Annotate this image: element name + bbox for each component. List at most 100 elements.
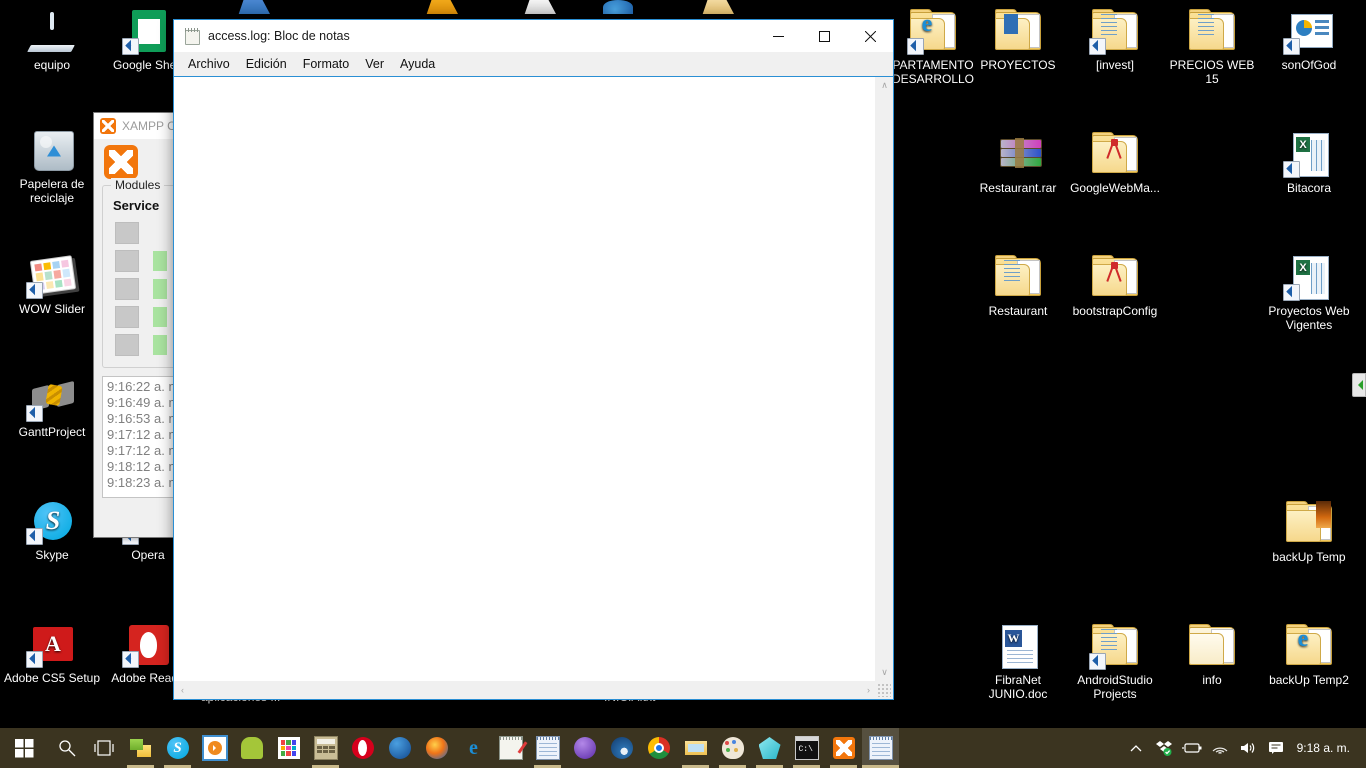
menu-ver[interactable]: Ver (357, 54, 392, 74)
scroll-up-arrow-icon[interactable]: ∧ (876, 77, 893, 94)
desktop-icon-label: sonOfGod (1281, 58, 1337, 72)
taskbar-item-calculator[interactable] (307, 728, 344, 768)
desktop-icon-restaurant[interactable]: Restaurant (970, 252, 1066, 318)
taskbar-item-opera[interactable] (344, 728, 381, 768)
desktop-icon-restaurant-rar[interactable]: Restaurant.rar (970, 129, 1066, 195)
taskbar-clock[interactable]: 9:18 a. m. (1291, 741, 1360, 755)
vertical-scrollbar[interactable]: ∧ ∨ (875, 77, 893, 681)
scroll-down-arrow-icon[interactable]: ∨ (876, 664, 893, 681)
taskbar-item-media-player[interactable] (196, 728, 233, 768)
notepad-title: access.log: Bloc de notas (208, 29, 350, 43)
notepad-editor-area: ∧ ∨ (174, 77, 893, 681)
powerpoint-icon (1283, 6, 1333, 55)
desktop-icon-wow-slider[interactable]: WOW Slider (4, 250, 100, 316)
desktop-icon-proyectos[interactable]: PROYECTOS (970, 6, 1066, 72)
screen-edge-toggle[interactable] (1352, 373, 1366, 397)
desktop-icon-bootstrapconfig[interactable]: bootstrapConfig (1067, 252, 1163, 318)
desktop-icon-label: PROYECTOS (980, 58, 1056, 72)
word-icon: W (994, 621, 1042, 669)
show-hidden-icons[interactable] (1123, 728, 1149, 768)
taskbar-item-explorer[interactable] (677, 728, 714, 768)
scroll-right-arrow-icon[interactable]: › (860, 682, 877, 699)
battery-icon[interactable] (1179, 728, 1205, 768)
notepad-title-bar[interactable]: access.log: Bloc de notas (174, 20, 893, 52)
peek-icon-5 (702, 0, 734, 14)
desktop-icon-androidstudio-projects[interactable]: AndroidStudio Projects (1067, 621, 1163, 701)
taskbar-item-notepad-active[interactable] (862, 728, 899, 768)
volume-icon[interactable] (1235, 728, 1261, 768)
taskbar-item-notepad-edit[interactable] (492, 728, 529, 768)
taskbar-item-firefox[interactable] (418, 728, 455, 768)
taskbar-item-files[interactable] (122, 728, 159, 768)
taskbar-item-android[interactable] (233, 728, 270, 768)
menu-ayuda[interactable]: Ayuda (392, 54, 443, 74)
desktop-icon-precios-web-15[interactable]: PRECIOS WEB 15 (1164, 6, 1260, 86)
taskbar-item-edge[interactable]: e (455, 728, 492, 768)
notepad-text-area[interactable] (174, 77, 875, 681)
desktop-icon-info[interactable]: info (1164, 621, 1260, 687)
desktop-icon-ganttproject[interactable]: GanttProject (4, 373, 100, 439)
notepad-icon (868, 736, 893, 760)
desktop-icon-papelera[interactable]: Papelera de reciclaje (4, 125, 100, 205)
horizontal-scroll-track[interactable] (191, 682, 860, 699)
taskbar[interactable]: S e C:\ 9:18 a. m. (0, 728, 1366, 768)
service-checkbox[interactable] (115, 222, 139, 244)
taskbar-item-browser[interactable] (603, 728, 640, 768)
desktop-icon-invest[interactable]: [invest] (1067, 6, 1163, 72)
action-center-icon[interactable] (1263, 728, 1289, 768)
desktop-icon-backup-temp2[interactable]: e backUp Temp2 (1261, 621, 1357, 687)
taskbar-item-globe[interactable] (381, 728, 418, 768)
dropbox-icon[interactable] (1151, 728, 1177, 768)
desktop-icon-fibranet-junio-doc[interactable]: W FibraNet JUNIO.doc (970, 621, 1066, 701)
service-checkbox[interactable] (115, 278, 139, 300)
shortcut-badge-icon (1283, 161, 1300, 178)
taskbar-item-purple-globe[interactable] (566, 728, 603, 768)
desktop-icon-equipo[interactable]: equipo (4, 6, 100, 72)
shortcut-badge-icon (26, 405, 43, 422)
menu-formato[interactable]: Formato (295, 54, 358, 74)
system-tray[interactable]: 9:18 a. m. (1123, 728, 1366, 768)
notepad-window[interactable]: access.log: Bloc de notas Archivo Edició… (173, 19, 894, 700)
recycle-bin-icon (28, 125, 76, 173)
taskbar-item-apps-grid[interactable] (270, 728, 307, 768)
taskbar-item-notepad[interactable] (529, 728, 566, 768)
close-button[interactable] (847, 20, 893, 52)
service-checkbox[interactable] (115, 334, 139, 356)
task-view-icon[interactable] (85, 728, 122, 768)
service-checkbox[interactable] (115, 250, 139, 272)
desktop-icon-skype[interactable]: S Skype (4, 496, 100, 562)
menu-archivo[interactable]: Archivo (180, 54, 238, 74)
scroll-left-arrow-icon[interactable]: ‹ (174, 682, 191, 699)
taskbar-item-xampp[interactable] (825, 728, 862, 768)
apps-grid-icon (277, 737, 300, 759)
shortcut-badge-icon (26, 651, 43, 668)
skype-icon: S (26, 496, 76, 545)
notepad-body: ∧ ∨ ‹ › (174, 76, 893, 699)
notepad-menu-bar[interactable]: Archivo Edición Formato Ver Ayuda (174, 52, 893, 76)
browser-icon (610, 737, 633, 759)
start-button[interactable] (0, 728, 48, 768)
taskbar-item-crystal[interactable] (751, 728, 788, 768)
wifi-icon[interactable] (1207, 728, 1233, 768)
maximize-button[interactable] (801, 20, 847, 52)
service-checkbox[interactable] (115, 306, 139, 328)
taskbar-item-paint[interactable] (714, 728, 751, 768)
desktop-icon-sonofgod[interactable]: sonOfGod (1261, 6, 1357, 72)
desktop-icon-googlewebma[interactable]: GoogleWebMa... (1067, 129, 1163, 195)
paint-palette-icon (721, 737, 744, 759)
taskbar-item-chrome[interactable] (640, 728, 677, 768)
taskbar-item-cmd[interactable]: C:\ (788, 728, 825, 768)
resize-grip[interactable] (877, 683, 891, 697)
desktop-icon-proyectos-web-vigentes[interactable]: X Proyectos Web Vigentes (1261, 252, 1357, 332)
desktop-icon-label: Restaurant.rar (979, 181, 1057, 195)
wow-slider-icon (26, 250, 77, 299)
desktop-icon-adobe-cs5[interactable]: A Adobe CS5 Setup (0, 619, 104, 685)
horizontal-scrollbar[interactable]: ‹ › (174, 681, 893, 699)
taskbar-item-skype[interactable]: S (159, 728, 196, 768)
desktop-icon-departamento-desarrollo[interactable]: e PARTAMENTO DESARROLLO (885, 6, 981, 86)
desktop-icon-bitacora[interactable]: X Bitacora (1261, 129, 1357, 195)
menu-edicion[interactable]: Edición (238, 54, 295, 74)
desktop-icon-backup-temp[interactable]: backUp Temp (1261, 498, 1357, 564)
minimize-button[interactable] (755, 20, 801, 52)
search-icon[interactable] (48, 728, 85, 768)
